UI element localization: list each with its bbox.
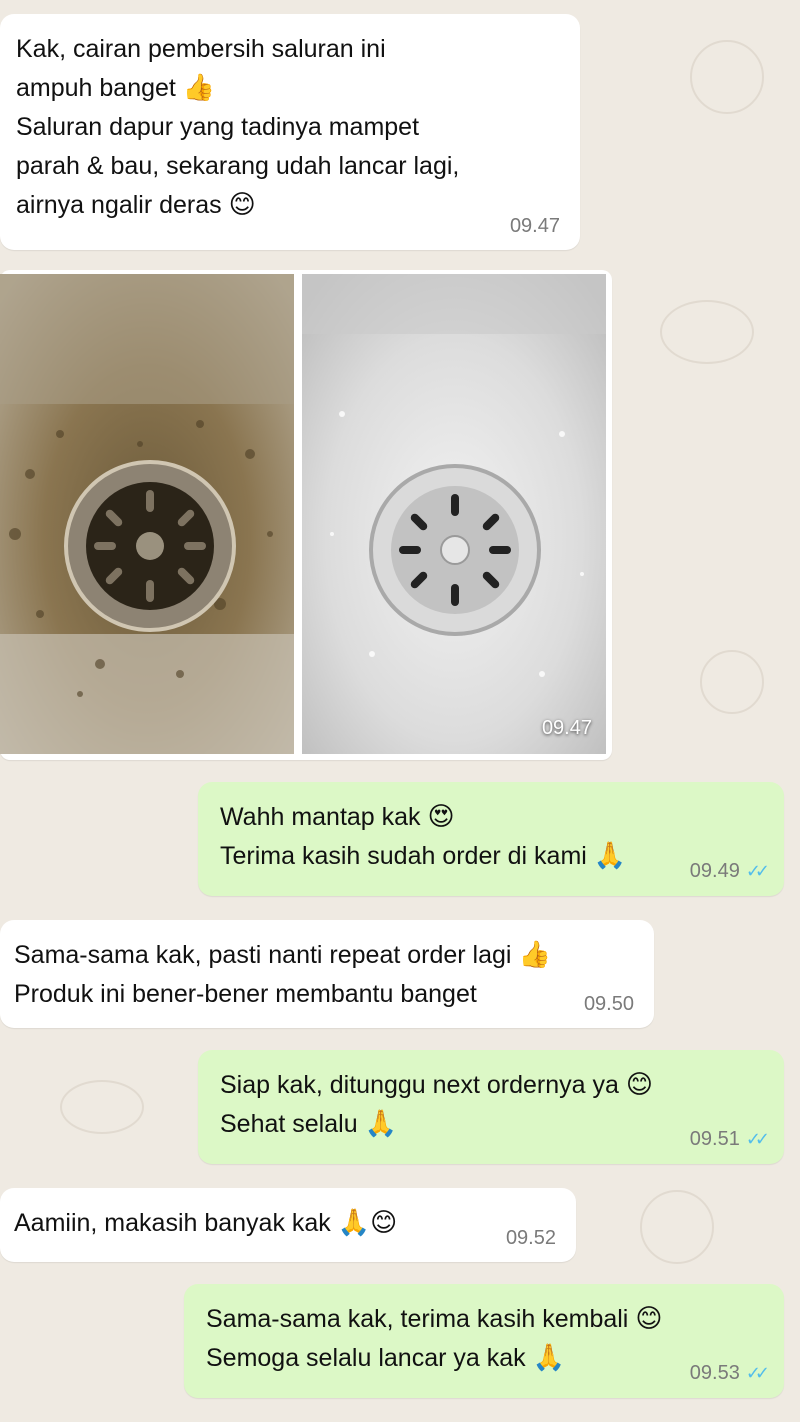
message-meta: 09.52 bbox=[506, 1226, 556, 1250]
double-check-icon: ✓✓ bbox=[745, 1363, 770, 1384]
clean-sink-drain-image bbox=[302, 274, 606, 754]
timestamp: 09.50 bbox=[583, 993, 634, 1015]
smiling-emoji: 😊 bbox=[625, 1070, 653, 1100]
message-bubble-outgoing[interactable]: Sama-sama kak, terima kasih kembali 😊 Se… bbox=[184, 1284, 784, 1398]
message-bubble-incoming[interactable]: Sama-sama kak, pasti nanti repeat order … bbox=[0, 920, 654, 1028]
folded-hands-smiling-emoji: 🙏😊 bbox=[337, 1208, 398, 1238]
double-check-icon: ✓✓ bbox=[745, 1129, 770, 1150]
timestamp: 09.49 bbox=[689, 860, 740, 882]
message-line: Siap kak, ditunggu next ordernya ya 😊 bbox=[220, 1070, 653, 1100]
message-line: Saluran dapur yang tadinya mampet bbox=[16, 113, 420, 141]
smiling-emoji: 😊 bbox=[228, 190, 256, 220]
timestamp: 09.47 bbox=[509, 215, 560, 237]
folded-hands-emoji: 🙏 bbox=[593, 841, 627, 871]
wallpaper-doodle bbox=[640, 1190, 714, 1264]
message-line: airnya ngalir deras 😊 bbox=[16, 190, 256, 220]
dirty-sink-drain-photo[interactable] bbox=[0, 274, 294, 754]
image-message[interactable]: 09.47 bbox=[0, 270, 612, 760]
message-line: Produk ini bener-bener membantu banget bbox=[14, 980, 477, 1008]
smiling-emoji: 😊 bbox=[635, 1304, 663, 1334]
wallpaper-doodle bbox=[700, 650, 764, 714]
message-meta: 09.53 ✓✓ bbox=[689, 1361, 770, 1386]
message-meta: 09.51 ✓✓ bbox=[689, 1127, 770, 1152]
timestamp: 09.52 bbox=[505, 1227, 556, 1249]
heart-eyes-emoji: 😍 bbox=[427, 802, 455, 832]
double-check-icon: ✓✓ bbox=[745, 861, 770, 882]
message-line: Sama-sama kak, pasti nanti repeat order … bbox=[14, 940, 551, 970]
message-line: Kak, cairan pembersih saluran ini bbox=[16, 35, 386, 63]
message-line: parah & bau, sekarang udah lancar lagi, bbox=[16, 152, 460, 180]
message-meta: 09.50 bbox=[584, 992, 634, 1016]
message-bubble-incoming[interactable]: Kak, cairan pembersih saluran ini ampuh … bbox=[0, 14, 580, 250]
message-meta: 09.49 ✓✓ bbox=[689, 859, 770, 884]
wallpaper-doodle bbox=[60, 1080, 144, 1134]
message-line: ampuh banget 👍 bbox=[16, 73, 216, 103]
thumbs-up-emoji: 👍 bbox=[182, 73, 216, 103]
message-meta: 09.47 bbox=[510, 214, 560, 238]
clean-sink-drain-photo[interactable] bbox=[302, 274, 606, 754]
message-line: Sama-sama kak, terima kasih kembali 😊 bbox=[206, 1304, 663, 1334]
wallpaper-doodle bbox=[660, 300, 754, 364]
message-line: Aamiin, makasih banyak kak 🙏😊 bbox=[14, 1208, 398, 1238]
folded-hands-emoji: 🙏 bbox=[532, 1343, 565, 1373]
message-bubble-outgoing[interactable]: Wahh mantap kak 😍 Terima kasih sudah ord… bbox=[198, 782, 784, 896]
message-bubble-incoming[interactable]: Aamiin, makasih banyak kak 🙏😊 09.52 bbox=[0, 1188, 576, 1262]
message-line: Wahh mantap kak 😍 bbox=[220, 802, 455, 832]
timestamp: 09.47 bbox=[541, 717, 592, 739]
timestamp: 09.51 bbox=[689, 1128, 740, 1150]
thumbs-up-emoji: 👍 bbox=[518, 940, 551, 970]
message-bubble-outgoing[interactable]: Siap kak, ditunggu next ordernya ya 😊 Se… bbox=[198, 1050, 784, 1164]
folded-hands-emoji: 🙏 bbox=[364, 1109, 397, 1139]
dirty-sink-drain-image bbox=[0, 274, 294, 754]
timestamp: 09.53 bbox=[689, 1362, 740, 1384]
wallpaper-doodle bbox=[690, 40, 764, 114]
